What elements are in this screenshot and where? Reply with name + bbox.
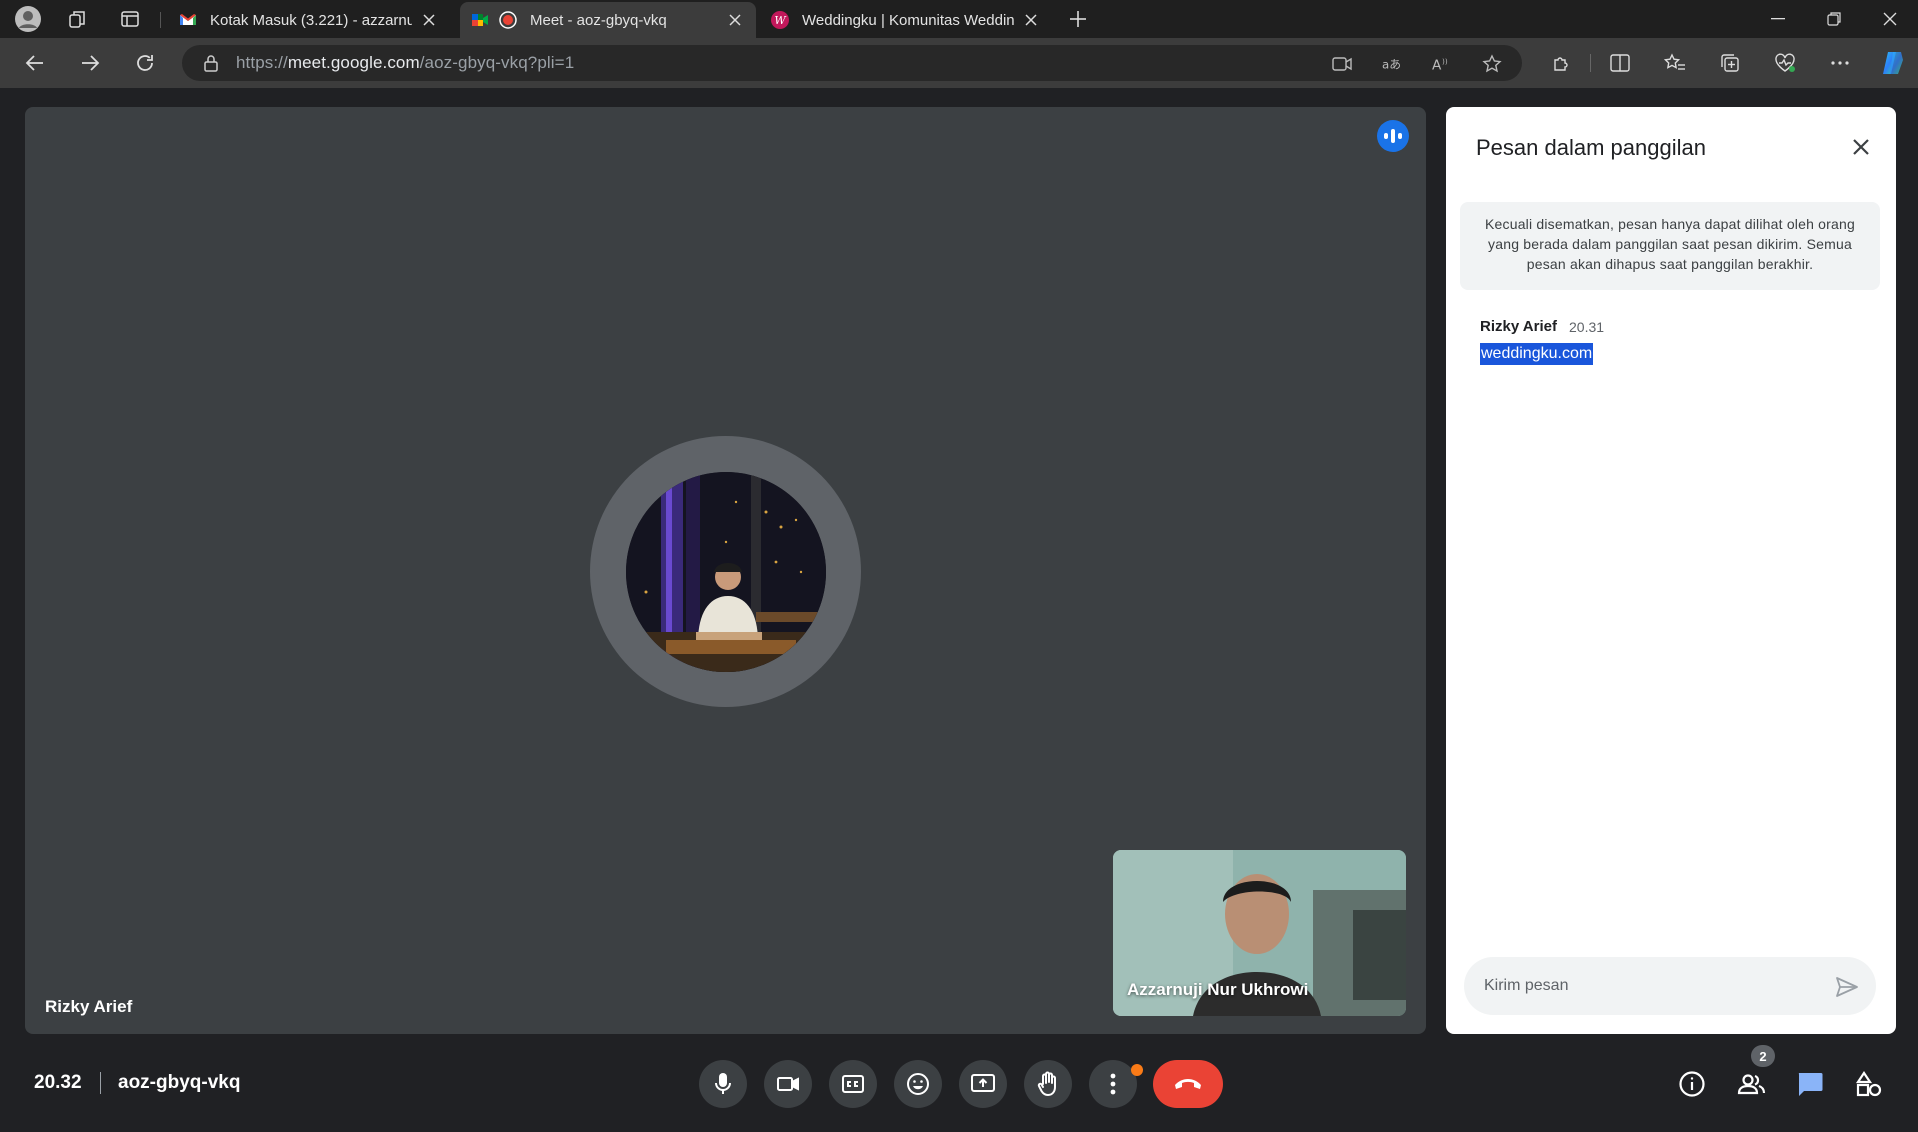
tab-meet[interactable]: Meet - aoz-gbyq-vkq	[460, 2, 756, 38]
url-text: https://meet.google.com/aoz-gbyq-vkq?pli…	[236, 53, 574, 73]
new-tab-icon[interactable]	[1062, 3, 1094, 35]
send-icon[interactable]	[1833, 973, 1861, 1001]
present-screen-button[interactable]	[959, 1060, 1007, 1108]
main-participant-name: Rizky Arief	[45, 997, 133, 1016]
camera-in-use-icon[interactable]	[1332, 54, 1352, 74]
hang-up-icon	[1173, 1077, 1203, 1091]
chat-panel-title: Pesan dalam panggilan	[1476, 135, 1706, 160]
split-screen-icon[interactable]	[1603, 46, 1637, 80]
forward-icon[interactable]	[72, 46, 108, 80]
translate-icon[interactable]: aあ	[1382, 54, 1402, 74]
bottom-bar-divider	[100, 1072, 101, 1094]
meet-icon	[470, 10, 490, 30]
people-button[interactable]	[1731, 1064, 1771, 1104]
video-camera-icon	[776, 1075, 800, 1093]
recording-icon	[498, 10, 518, 30]
people-icon	[1736, 1072, 1766, 1096]
chat-button[interactable]	[1790, 1064, 1830, 1104]
raise-hand-icon	[1036, 1071, 1060, 1097]
chat-icon	[1796, 1071, 1824, 1097]
browser-essentials-icon[interactable]	[1768, 46, 1802, 80]
extensions-icon[interactable]	[1544, 46, 1578, 80]
microphone-icon	[713, 1072, 733, 1096]
address-bar[interactable]: https://meet.google.com/aoz-gbyq-vkq?pli…	[182, 45, 1522, 81]
self-view-tile[interactable]: Azzarnuji Nur Ukhrowi	[1113, 850, 1406, 1016]
svg-text:aあ: aあ	[1382, 58, 1401, 72]
refresh-icon[interactable]	[127, 46, 163, 80]
close-tab-icon[interactable]	[1020, 9, 1042, 31]
speaking-indicator-icon	[1377, 120, 1409, 152]
reactions-button[interactable]	[894, 1060, 942, 1108]
meeting-details-button[interactable]	[1672, 1064, 1712, 1104]
chat-message-input[interactable]	[1464, 957, 1876, 1015]
collections-icon[interactable]	[1713, 46, 1747, 80]
meeting-clock: 20.32	[34, 1072, 82, 1093]
tab-separator	[160, 12, 161, 28]
profile-icon[interactable]	[12, 3, 44, 35]
settings-more-icon[interactable]	[1823, 46, 1857, 80]
info-icon	[1678, 1070, 1706, 1098]
close-window-icon[interactable]	[1862, 0, 1918, 38]
weddingku-icon: W	[770, 10, 790, 30]
participant-avatar-ring	[590, 436, 861, 707]
message-link[interactable]: weddingku.com	[1480, 343, 1594, 365]
more-options-button[interactable]	[1089, 1060, 1137, 1108]
gmail-icon	[178, 10, 198, 30]
copilot-icon[interactable]	[1876, 46, 1910, 80]
favorites-icon[interactable]	[1658, 46, 1692, 80]
present-screen-icon	[970, 1073, 996, 1095]
svg-text:A: A	[1432, 57, 1442, 72]
avatar	[625, 471, 826, 672]
captions-button[interactable]	[829, 1060, 877, 1108]
favorite-star-icon[interactable]	[1482, 54, 1502, 74]
close-tab-icon[interactable]	[724, 9, 746, 31]
tab-title: Meet - aoz-gbyq-vkq	[530, 11, 667, 29]
tab-weddingku[interactable]: W Weddingku | Komunitas Wedding	[760, 2, 1052, 38]
notification-dot	[1131, 1064, 1143, 1076]
activities-icon	[1855, 1070, 1883, 1098]
emoji-icon	[906, 1072, 930, 1096]
toolbar-divider	[1590, 54, 1591, 72]
close-icon[interactable]	[1843, 129, 1879, 165]
raise-hand-button[interactable]	[1024, 1060, 1072, 1108]
browser-toolbar: https://meet.google.com/aoz-gbyq-vkq?pli…	[0, 38, 1918, 88]
tab-gmail[interactable]: Kotak Masuk (3.221) - azzarnuzy	[168, 2, 450, 38]
url-scheme: https://	[236, 53, 288, 72]
meeting-code: aoz-gbyq-vkq	[118, 1072, 241, 1093]
close-tab-icon[interactable]	[418, 9, 440, 31]
closed-captions-icon	[841, 1074, 865, 1094]
camera-button[interactable]	[764, 1060, 812, 1108]
leave-call-button[interactable]	[1153, 1060, 1223, 1108]
more-vert-icon	[1110, 1073, 1116, 1095]
minimize-icon[interactable]	[1750, 0, 1806, 38]
self-participant-name: Azzarnuji Nur Ukhrowi	[1127, 980, 1309, 999]
tab-actions-icon[interactable]	[114, 3, 146, 35]
read-aloud-icon[interactable]: A))	[1432, 54, 1452, 74]
workspaces-icon[interactable]	[62, 3, 94, 35]
main-video-tile[interactable]: Rizky Arief Azzarnuji Nur Ukhrowi	[25, 107, 1426, 1034]
svg-text:W: W	[774, 14, 787, 27]
activities-button[interactable]	[1849, 1064, 1889, 1104]
url-path: /aoz-gbyq-vkq?pli=1	[419, 53, 575, 72]
chat-panel: Pesan dalam panggilan Kecuali disematkan…	[1446, 107, 1896, 1034]
message-sender: Rizky Arief	[1480, 318, 1557, 335]
message-time: 20.31	[1569, 319, 1605, 335]
microphone-button[interactable]	[699, 1060, 747, 1108]
lock-icon[interactable]	[202, 54, 220, 72]
svg-text:)): ))	[1442, 57, 1448, 66]
chat-notice: Kecuali disematkan, pesan hanya dapat di…	[1460, 202, 1880, 290]
browser-tab-bar: Kotak Masuk (3.221) - azzarnuzy Meet - a…	[0, 0, 1918, 38]
back-icon[interactable]	[17, 46, 53, 80]
restore-icon[interactable]	[1806, 0, 1862, 38]
url-host: meet.google.com	[287, 53, 420, 72]
tab-title: Weddingku | Komunitas Wedding	[802, 11, 1014, 29]
participant-count-badge: 2	[1751, 1045, 1775, 1067]
tab-title: Kotak Masuk (3.221) - azzarnuzy	[210, 11, 412, 29]
